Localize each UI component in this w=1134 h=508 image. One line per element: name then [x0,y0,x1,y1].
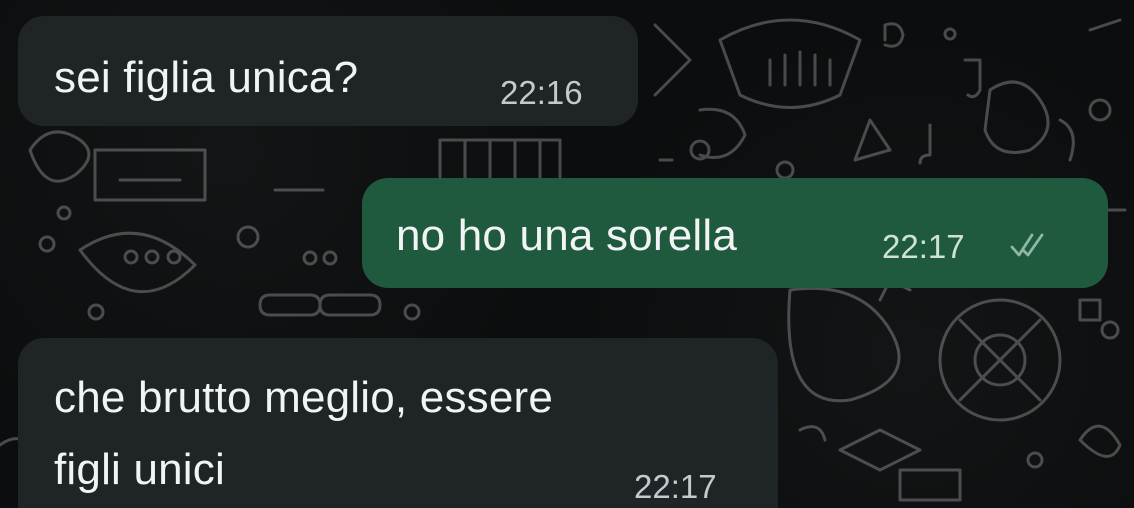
message-text-line: che brutto meglio, essere [54,373,554,422]
chat-view[interactable]: sei figlia unica? 22:16 no ho una sorell… [0,0,1134,508]
message-timestamp: 22:16 [500,74,583,111]
message-text-line: figli unici [54,445,225,494]
message-bubble-outgoing[interactable]: no ho una sorella 22:17 [362,178,1108,288]
message-text: sei figlia unica? [54,53,359,102]
message-timestamp: 22:17 [882,228,965,265]
message-timestamp: 22:17 [634,468,717,505]
message-bubble-incoming[interactable]: sei figlia unica? 22:16 [18,16,638,126]
message-bubble-incoming[interactable]: che brutto meglio, essere figli unici 22… [18,338,778,508]
message-text: no ho una sorella [396,211,737,260]
double-check-icon [1010,233,1044,257]
